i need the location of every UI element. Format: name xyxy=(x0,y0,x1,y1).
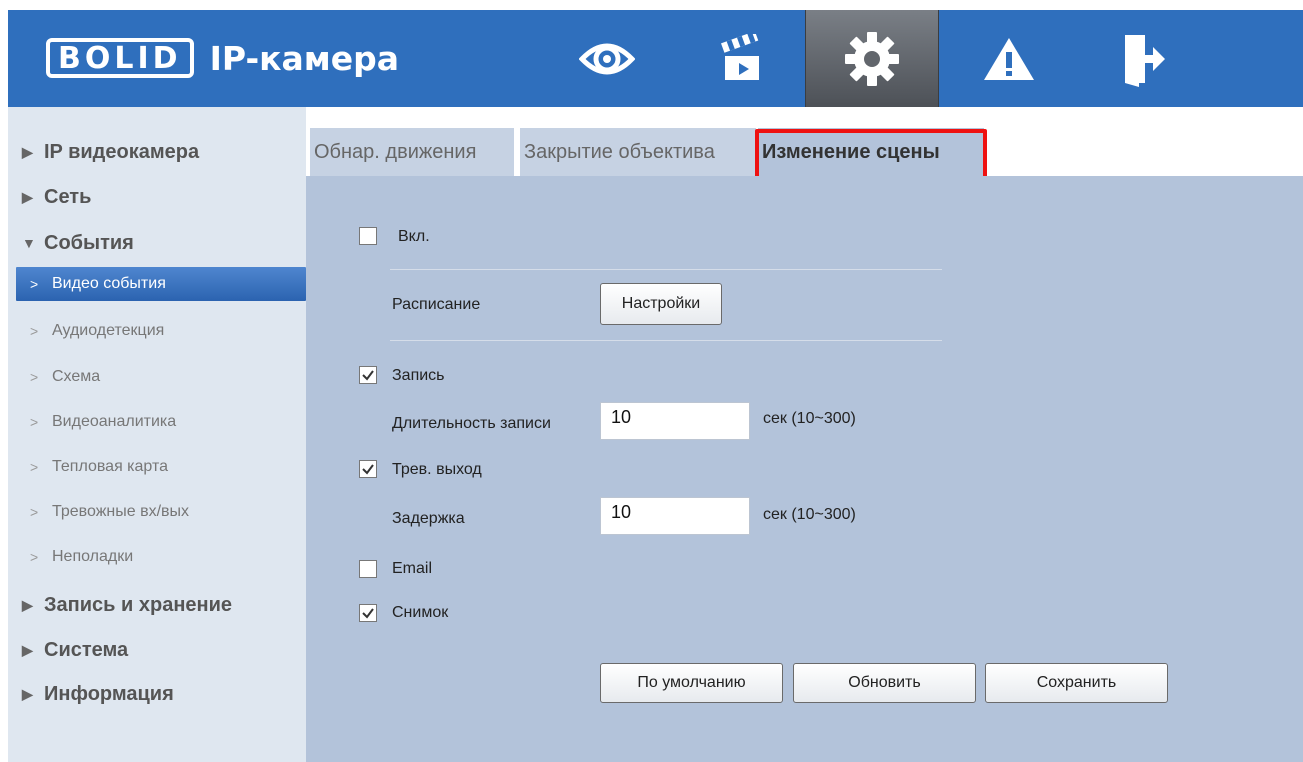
bolid-logo: BOLID xyxy=(46,38,194,78)
email-checkbox[interactable] xyxy=(359,560,377,578)
chevron-right-icon: > xyxy=(30,369,39,385)
sidebar-group-record-storage[interactable]: ▶ Запись и хранение xyxy=(8,585,306,625)
app-title: IP-камера xyxy=(209,38,400,78)
sidebar-group-label: IP видеокамера xyxy=(44,140,200,163)
snapshot-label: Снимок xyxy=(392,604,449,621)
sidebar-group-label: Информация xyxy=(44,682,174,705)
live-view-eye-icon[interactable] xyxy=(540,10,674,107)
sidebar-item-faults[interactable]: > Неполадки xyxy=(8,540,306,574)
logout-door-icon[interactable] xyxy=(1076,10,1210,107)
schedule-settings-button[interactable]: Настройки xyxy=(600,283,722,325)
expand-triangle-icon: ▶ xyxy=(22,188,33,205)
top-header: BOLID IP-камера xyxy=(8,10,1303,107)
chevron-right-icon: > xyxy=(30,414,39,430)
record-duration-unit: сек (10~300) xyxy=(763,410,856,427)
collapse-triangle-icon: ▼ xyxy=(22,235,36,251)
sidebar-group-label: События xyxy=(44,231,134,254)
settings-content: Вкл. Расписание Настройки Запись Длитель… xyxy=(306,176,1303,762)
sidebar-group-network[interactable]: ▶ Сеть xyxy=(8,177,306,217)
divider xyxy=(390,340,942,341)
delay-input[interactable] xyxy=(600,497,750,535)
alarm-output-label: Трев. выход xyxy=(392,461,482,478)
sidebar-item-audio-detection[interactable]: > Аудиодетекция xyxy=(8,314,306,348)
email-label: Email xyxy=(392,560,433,577)
default-button[interactable]: По умолчанию xyxy=(600,663,783,703)
sidebar-group-ip-camera[interactable]: ▶ IP видеокамера xyxy=(8,132,306,172)
divider xyxy=(390,269,942,270)
main-panel: Обнар. движения Закрытие объектива Измен… xyxy=(306,107,1303,762)
sidebar-item-label: Видео события xyxy=(52,275,166,292)
snapshot-checkbox[interactable] xyxy=(359,604,377,622)
refresh-button[interactable]: Обновить xyxy=(793,663,976,703)
sidebar-item-label: Схема xyxy=(52,368,101,385)
sidebar-item-scheme[interactable]: > Схема xyxy=(8,360,306,394)
record-label: Запись xyxy=(392,367,445,384)
sidebar-group-label: Сеть xyxy=(44,185,92,208)
sidebar-item-label: Тепловая карта xyxy=(52,458,169,475)
record-duration-input[interactable] xyxy=(600,402,750,440)
chevron-right-icon: > xyxy=(30,323,39,339)
save-button[interactable]: Сохранить xyxy=(985,663,1168,703)
record-checkbox[interactable] xyxy=(359,366,377,384)
sidebar-group-label: Система xyxy=(44,638,129,661)
schedule-label: Расписание xyxy=(392,296,481,313)
sidebar-item-label: Тревожные вх/вых xyxy=(52,503,190,520)
tab-motion-detection[interactable]: Обнар. движения xyxy=(310,128,514,176)
playback-clapper-icon[interactable] xyxy=(676,10,810,107)
expand-triangle-icon: ▶ xyxy=(22,143,33,160)
sidebar-group-info[interactable]: ▶ Информация xyxy=(8,674,306,714)
chevron-right-icon: > xyxy=(30,276,39,292)
settings-gear-icon[interactable] xyxy=(805,10,939,107)
sidebar-item-label: Неполадки xyxy=(52,548,134,565)
chevron-right-icon: > xyxy=(30,549,39,565)
sidebar-item-label: Аудиодетекция xyxy=(52,322,165,339)
sidebar-group-system[interactable]: ▶ Система xyxy=(8,630,306,670)
tab-lens-tampering[interactable]: Закрытие объектива xyxy=(520,128,756,176)
chevron-right-icon: > xyxy=(30,504,39,520)
delay-unit: сек (10~300) xyxy=(763,506,856,523)
sidebar: ▶ IP видеокамера ▶ Сеть ▼ События > Виде… xyxy=(8,107,306,762)
expand-triangle-icon: ▶ xyxy=(22,685,33,702)
brand-logo: BOLID IP-камера xyxy=(46,31,399,85)
delay-label: Задержка xyxy=(392,510,465,527)
enable-label: Вкл. xyxy=(398,228,430,245)
sidebar-item-video-events[interactable]: > Видео события xyxy=(16,267,306,301)
chevron-right-icon: > xyxy=(30,459,39,475)
expand-triangle-icon: ▶ xyxy=(22,596,33,613)
record-duration-label: Длительность записи xyxy=(392,415,551,432)
expand-triangle-icon: ▶ xyxy=(22,641,33,658)
alarm-output-checkbox[interactable] xyxy=(359,460,377,478)
sidebar-item-video-analytics[interactable]: > Видеоаналитика xyxy=(8,405,306,439)
sidebar-item-label: Видеоаналитика xyxy=(52,413,177,430)
sidebar-item-alarm-io[interactable]: > Тревожные вх/вых xyxy=(8,495,306,529)
sidebar-group-events[interactable]: ▼ События xyxy=(8,223,306,263)
sidebar-group-label: Запись и хранение xyxy=(44,593,233,616)
tab-scene-change[interactable]: Изменение сцены xyxy=(758,128,984,176)
enable-checkbox[interactable] xyxy=(359,227,377,245)
sidebar-item-heat-map[interactable]: > Тепловая карта xyxy=(8,450,306,484)
alarm-warning-icon[interactable] xyxy=(942,10,1076,107)
